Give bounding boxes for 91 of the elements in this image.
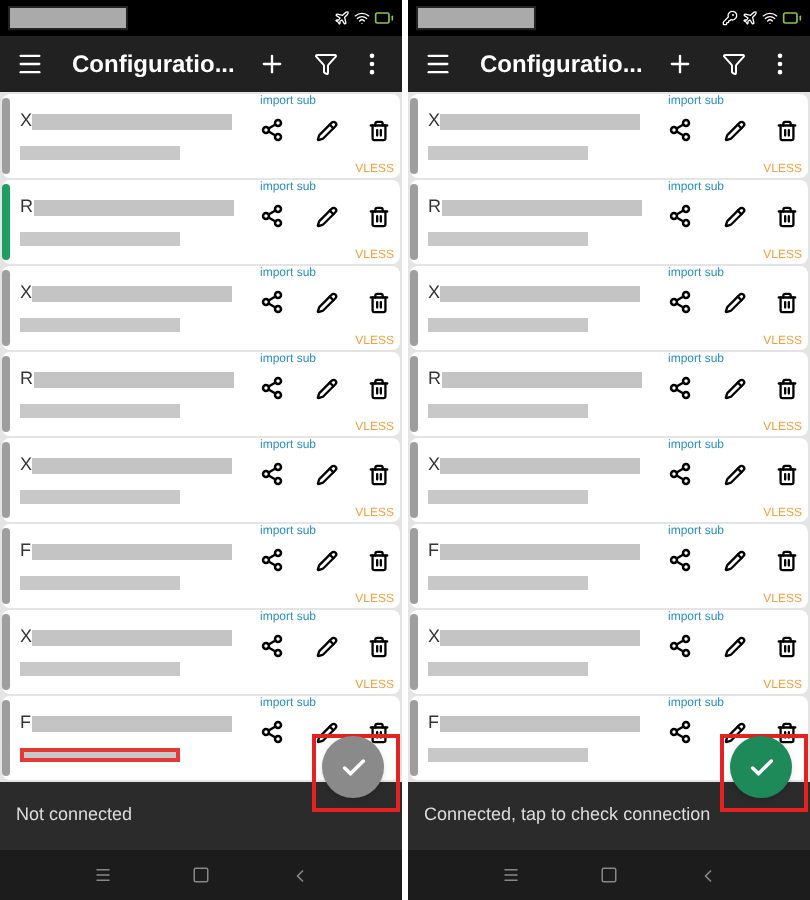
pencil-icon[interactable] bbox=[315, 377, 337, 399]
pencil-icon[interactable] bbox=[315, 635, 337, 657]
share-icon[interactable] bbox=[668, 118, 692, 142]
redacted-bar bbox=[8, 6, 128, 30]
pencil-icon[interactable] bbox=[315, 721, 337, 743]
share-icon[interactable] bbox=[668, 548, 692, 572]
home-icon[interactable] bbox=[599, 866, 617, 884]
server-name: X bbox=[428, 284, 441, 302]
trash-icon[interactable] bbox=[776, 377, 798, 399]
pencil-icon[interactable] bbox=[315, 119, 337, 141]
trash-icon[interactable] bbox=[776, 119, 798, 141]
add-icon[interactable] bbox=[666, 50, 694, 78]
share-icon[interactable] bbox=[260, 376, 284, 400]
server-name: R bbox=[428, 198, 441, 216]
toolbar-title: Configuratio... bbox=[72, 48, 235, 82]
server-name: X bbox=[20, 456, 33, 474]
redacted-bar bbox=[416, 6, 536, 30]
share-icon[interactable] bbox=[260, 720, 284, 744]
trash-icon[interactable] bbox=[776, 291, 798, 313]
pencil-icon[interactable] bbox=[315, 205, 337, 227]
share-icon[interactable] bbox=[260, 462, 284, 486]
share-icon[interactable] bbox=[668, 376, 692, 400]
recents-icon[interactable] bbox=[501, 866, 519, 884]
share-icon[interactable] bbox=[668, 290, 692, 314]
share-icon[interactable] bbox=[260, 204, 284, 228]
battery-icon bbox=[374, 8, 394, 28]
connection-status[interactable]: Not connected bbox=[16, 802, 133, 830]
connection-status[interactable]: Connected, tap to check connection bbox=[424, 802, 711, 830]
highlight-frame bbox=[720, 734, 808, 812]
server-name: X bbox=[428, 112, 441, 130]
pencil-icon[interactable] bbox=[723, 721, 745, 743]
trash-icon[interactable] bbox=[368, 463, 390, 485]
pencil-icon[interactable] bbox=[723, 635, 745, 657]
share-icon[interactable] bbox=[260, 118, 284, 142]
pencil-icon[interactable] bbox=[723, 205, 745, 227]
trash-icon[interactable] bbox=[368, 721, 390, 743]
airplane-icon bbox=[334, 10, 350, 26]
trash-icon[interactable] bbox=[368, 119, 390, 141]
trash-icon[interactable] bbox=[776, 463, 798, 485]
check-icon bbox=[747, 753, 775, 781]
add-icon[interactable] bbox=[258, 50, 286, 78]
home-icon[interactable] bbox=[191, 866, 209, 884]
share-icon[interactable] bbox=[668, 634, 692, 658]
trash-icon[interactable] bbox=[776, 205, 798, 227]
airplane-icon bbox=[742, 10, 758, 26]
share-icon[interactable] bbox=[668, 204, 692, 228]
share-icon[interactable] bbox=[668, 462, 692, 486]
highlight-frame bbox=[312, 734, 400, 812]
server-name: X bbox=[20, 284, 33, 302]
wifi-icon bbox=[762, 10, 778, 26]
check-icon bbox=[339, 753, 367, 781]
share-icon[interactable] bbox=[260, 290, 284, 314]
pencil-icon[interactable] bbox=[723, 377, 745, 399]
server-name: X bbox=[20, 628, 33, 646]
server-name: X bbox=[20, 112, 33, 130]
menu-icon[interactable] bbox=[16, 50, 44, 78]
pencil-icon[interactable] bbox=[723, 463, 745, 485]
share-icon[interactable] bbox=[260, 548, 284, 572]
server-name: X bbox=[428, 628, 441, 646]
server-name: R bbox=[428, 370, 441, 388]
menu-icon[interactable] bbox=[424, 50, 452, 78]
battery-icon bbox=[782, 8, 802, 28]
share-icon[interactable] bbox=[260, 634, 284, 658]
trash-icon[interactable] bbox=[368, 205, 390, 227]
server-name: F bbox=[428, 714, 439, 732]
pencil-icon[interactable] bbox=[723, 549, 745, 571]
server-name: F bbox=[20, 542, 31, 560]
trash-icon[interactable] bbox=[368, 549, 390, 571]
pencil-icon[interactable] bbox=[315, 549, 337, 571]
pencil-icon[interactable] bbox=[723, 291, 745, 313]
trash-icon[interactable] bbox=[368, 377, 390, 399]
toolbar-title: Configuratio... bbox=[480, 48, 643, 82]
share-icon[interactable] bbox=[668, 720, 692, 744]
pencil-icon[interactable] bbox=[315, 291, 337, 313]
server-name: R bbox=[20, 198, 33, 216]
server-name: F bbox=[428, 542, 439, 560]
trash-icon[interactable] bbox=[368, 635, 390, 657]
wifi-icon bbox=[354, 10, 370, 26]
trash-icon[interactable] bbox=[368, 291, 390, 313]
filter-icon[interactable] bbox=[314, 52, 338, 76]
pencil-icon[interactable] bbox=[315, 463, 337, 485]
trash-icon[interactable] bbox=[776, 721, 798, 743]
filter-icon[interactable] bbox=[722, 52, 746, 76]
trash-icon[interactable] bbox=[776, 549, 798, 571]
server-name: X bbox=[428, 456, 441, 474]
key-icon bbox=[722, 10, 738, 26]
recents-icon[interactable] bbox=[93, 866, 111, 884]
trash-icon[interactable] bbox=[776, 635, 798, 657]
pencil-icon[interactable] bbox=[723, 119, 745, 141]
server-name: F bbox=[20, 714, 31, 732]
server-name: R bbox=[20, 370, 33, 388]
